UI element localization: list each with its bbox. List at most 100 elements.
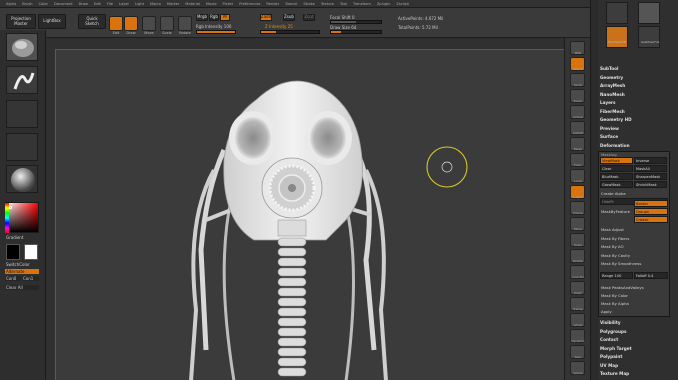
z-intensity-slider[interactable] <box>260 30 320 34</box>
masking-item-2[interactable]: Mask By AO <box>600 243 668 250</box>
menu-zscript[interactable]: Zscript <box>396 2 408 6</box>
masking-blurmask-button[interactable]: BlurMask <box>600 173 633 180</box>
menu-document[interactable]: Document <box>54 2 73 6</box>
section-visibility[interactable]: Visibility <box>600 320 670 325</box>
rgb-toggle[interactable]: Rgb <box>209 14 219 21</box>
menu-stencil[interactable]: Stencil <box>285 2 297 6</box>
texture-thumbnail[interactable] <box>6 133 38 161</box>
menu-transform[interactable]: Transform <box>353 2 371 6</box>
menu-brush[interactable]: Brush <box>22 2 32 6</box>
apply-button[interactable]: Apply <box>600 308 668 315</box>
mask-by-alpha-button[interactable]: Mask By Alpha <box>600 300 668 307</box>
primary-color-swatch[interactable] <box>6 244 20 260</box>
color-picker[interactable] <box>5 202 39 233</box>
mrgb-toggle[interactable]: Mrgb <box>196 14 208 21</box>
masking-item-3[interactable]: Mask By Cavity <box>600 252 668 259</box>
section-texture-map[interactable]: Texture Map <box>600 371 670 376</box>
masking-sharpenmask-button[interactable]: SharpenMask <box>634 173 667 180</box>
menu-picker[interactable]: Picker <box>223 2 234 6</box>
menu-tool[interactable]: Tool <box>340 2 347 6</box>
menu-marker[interactable]: Marker <box>167 2 179 6</box>
crease-toggle[interactable]: Crease <box>634 216 668 223</box>
switch-color-label[interactable]: SwitchColor <box>6 262 30 267</box>
menu-material[interactable]: Material <box>185 2 200 6</box>
stroke-thumbnail[interactable] <box>6 66 38 94</box>
alpha-thumbnail[interactable] <box>6 100 38 128</box>
section-subtool[interactable]: SubTool <box>600 66 670 71</box>
menu-file[interactable]: File <box>107 2 113 6</box>
section-arraymesh[interactable]: ArrayMesh <box>600 83 670 88</box>
masking-shrinkmask-button[interactable]: ShrinkMask <box>634 181 667 188</box>
tool-thumb-simplebrush[interactable] <box>606 2 628 24</box>
secondary-color-swatch[interactable] <box>24 244 38 260</box>
quick-sketch-button[interactable]: Quick Sketch <box>78 14 106 29</box>
edit-button[interactable] <box>109 16 123 31</box>
masking-item-1[interactable]: Mask By Fibers <box>600 235 668 242</box>
section-polygroups[interactable]: Polygroups <box>600 329 670 334</box>
scale-button[interactable] <box>160 16 174 31</box>
section-morph-target[interactable]: Morph Target <box>600 346 670 351</box>
falloff-slider[interactable]: Falloff 0.4 <box>634 272 668 279</box>
alternate-button[interactable]: Alternate <box>5 269 39 274</box>
section-surface[interactable]: Surface <box>600 134 670 139</box>
zadd-toggle[interactable]: Zadd <box>260 14 272 21</box>
hue-strip[interactable] <box>5 203 9 233</box>
projection-master-button[interactable]: Projection Master <box>6 14 36 29</box>
con1-button[interactable]: Con1 <box>22 276 39 281</box>
rotate-button[interactable] <box>178 16 192 31</box>
section-geometry[interactable]: Geometry <box>600 75 670 80</box>
section-geometry-hd[interactable]: Geometry HD <box>600 117 670 122</box>
section-layers[interactable]: Layers <box>600 100 670 105</box>
section-deformation[interactable]: Deformation <box>600 143 670 148</box>
mask-peaks-button[interactable]: Mask PeaksAndValleys <box>600 284 668 291</box>
menu-macro[interactable]: Macro <box>150 2 161 6</box>
masking-item-0[interactable]: Mask Adjust <box>600 226 668 233</box>
masking-growmask-button[interactable]: GrowMask <box>600 181 633 188</box>
tool-thumb-cylinder[interactable] <box>638 2 660 24</box>
menu-light[interactable]: Light <box>135 2 144 6</box>
menu-texture[interactable]: Texture <box>321 2 334 6</box>
groups-toggle[interactable]: Groups <box>634 208 668 215</box>
section-nanomesh[interactable]: NanoMesh <box>600 92 670 97</box>
menu-movie[interactable]: Movie <box>206 2 217 6</box>
masking-clear-button[interactable]: Clear <box>600 165 633 172</box>
masking-item-4[interactable]: Mask By Smoothness <box>600 260 668 267</box>
rgb-intensity-slider[interactable] <box>196 30 236 34</box>
focal-shift-slider[interactable] <box>330 20 382 24</box>
menu-stroke[interactable]: Stroke <box>303 2 314 6</box>
mask-by-color-button[interactable]: Mask By Color <box>600 292 668 299</box>
section-preview[interactable]: Preview <box>600 126 670 131</box>
masking-viewmask-button[interactable]: ViewMask <box>600 157 633 164</box>
range-slider[interactable]: Range 100 <box>600 272 633 279</box>
draw-size-slider[interactable] <box>330 30 382 34</box>
tool-thumb-gasmask[interactable] <box>638 26 660 48</box>
document-canvas[interactable] <box>55 49 581 380</box>
tray-scrollbar[interactable] <box>590 0 598 380</box>
draw-button[interactable] <box>124 16 138 31</box>
section-polypaint[interactable]: Polypaint <box>600 354 670 359</box>
section-fibermesh[interactable]: FiberMesh <box>600 109 670 114</box>
section-uv-map[interactable]: UV Map <box>600 363 670 368</box>
move-button[interactable] <box>142 16 156 31</box>
masking-maskall-button[interactable]: MaskAll <box>634 165 667 172</box>
menu-preferences[interactable]: Preferences <box>239 2 260 6</box>
zsub-toggle[interactable]: Zsub <box>283 14 295 21</box>
m-toggle[interactable]: M <box>220 14 230 21</box>
create-alpha-button[interactable]: Create Alpha <box>600 190 668 197</box>
con0-button[interactable]: Con0 <box>5 276 21 281</box>
clear-all-button[interactable]: Clear All <box>5 285 39 290</box>
tool-thumb-polymesh[interactable] <box>606 26 628 48</box>
material-thumbnail[interactable] <box>6 165 38 193</box>
menu-zplugin[interactable]: Zplugin <box>377 2 391 6</box>
menu-render[interactable]: Render <box>266 2 279 6</box>
masking-inverse-button[interactable]: Inverse <box>634 157 667 164</box>
menu-alpha[interactable]: Alpha <box>6 2 16 6</box>
menu-color[interactable]: Color <box>39 2 48 6</box>
menu-edit[interactable]: Edit <box>94 2 101 6</box>
zcut-toggle[interactable]: Zcut <box>303 14 315 21</box>
border-toggle[interactable]: Border <box>634 200 668 207</box>
section-contact[interactable]: Contact <box>600 337 670 342</box>
menu-layer[interactable]: Layer <box>119 2 129 6</box>
brush-thumbnail[interactable] <box>6 33 38 61</box>
menu-draw[interactable]: Draw <box>79 2 88 6</box>
